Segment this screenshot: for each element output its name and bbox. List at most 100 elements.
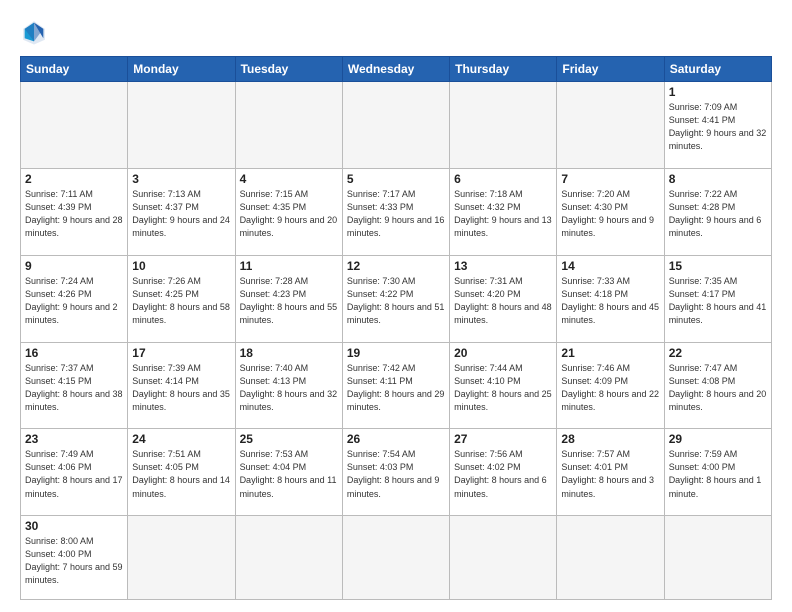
calendar-cell [128,516,235,600]
calendar-cell: 23 Sunrise: 7:49 AM Sunset: 4:06 PM Dayli… [21,429,128,516]
calendar-cell [557,516,664,600]
day-number: 20 [454,346,552,360]
calendar-header-tuesday: Tuesday [235,57,342,82]
day-info: Sunrise: 7:33 AM Sunset: 4:18 PM Dayligh… [561,276,659,325]
day-number: 10 [132,259,230,273]
calendar-week-row: 23 Sunrise: 7:49 AM Sunset: 4:06 PM Dayli… [21,429,772,516]
day-number: 1 [669,85,767,99]
calendar-week-row: 1 Sunrise: 7:09 AM Sunset: 4:41 PM Daylig… [21,82,772,169]
day-info: Sunrise: 7:15 AM Sunset: 4:35 PM Dayligh… [240,189,338,238]
day-number: 27 [454,432,552,446]
calendar-header-row: SundayMondayTuesdayWednesdayThursdayFrid… [21,57,772,82]
logo [20,18,52,46]
day-number: 22 [669,346,767,360]
day-info: Sunrise: 7:17 AM Sunset: 4:33 PM Dayligh… [347,189,445,238]
calendar-cell [342,516,449,600]
calendar-cell [128,82,235,169]
calendar-cell: 8 Sunrise: 7:22 AM Sunset: 4:28 PM Daylig… [664,168,771,255]
calendar-header-thursday: Thursday [450,57,557,82]
calendar-header-sunday: Sunday [21,57,128,82]
calendar-cell [664,516,771,600]
calendar-cell: 13Sunrise: 7:31 AM Sunset: 4:20 PM Dayli… [450,255,557,342]
day-info: Sunrise: 7:54 AM Sunset: 4:03 PM Dayligh… [347,449,440,498]
day-info: Sunrise: 7:59 AM Sunset: 4:00 PM Dayligh… [669,449,762,498]
calendar-week-row: 9 Sunrise: 7:24 AM Sunset: 4:26 PM Daylig… [21,255,772,342]
calendar-week-row: 30 Sunrise: 8:00 AM Sunset: 4:00 PM Dayli… [21,516,772,600]
calendar-cell: 24 Sunrise: 7:51 AM Sunset: 4:05 PM Dayli… [128,429,235,516]
calendar-cell: 7Sunrise: 7:20 AM Sunset: 4:30 PM Daylig… [557,168,664,255]
day-number: 15 [669,259,767,273]
calendar-cell [450,516,557,600]
day-number: 12 [347,259,445,273]
day-number: 13 [454,259,552,273]
day-info: Sunrise: 8:00 AM Sunset: 4:00 PM Dayligh… [25,536,123,585]
calendar-cell: 18 Sunrise: 7:40 AM Sunset: 4:13 PM Dayli… [235,342,342,429]
page: SundayMondayTuesdayWednesdayThursdayFrid… [0,0,792,612]
day-number: 2 [25,172,123,186]
calendar-cell: 2Sunrise: 7:11 AM Sunset: 4:39 PM Daylig… [21,168,128,255]
calendar-cell: 11 Sunrise: 7:28 AM Sunset: 4:23 PM Dayli… [235,255,342,342]
day-number: 28 [561,432,659,446]
day-number: 21 [561,346,659,360]
day-number: 18 [240,346,338,360]
day-info: Sunrise: 7:24 AM Sunset: 4:26 PM Dayligh… [25,276,118,325]
day-info: Sunrise: 7:49 AM Sunset: 4:06 PM Dayligh… [25,449,123,498]
calendar-cell [342,82,449,169]
calendar-cell: 25Sunrise: 7:53 AM Sunset: 4:04 PM Dayli… [235,429,342,516]
day-number: 19 [347,346,445,360]
calendar-header-wednesday: Wednesday [342,57,449,82]
day-number: 3 [132,172,230,186]
calendar-cell: 9 Sunrise: 7:24 AM Sunset: 4:26 PM Daylig… [21,255,128,342]
calendar-cell: 6Sunrise: 7:18 AM Sunset: 4:32 PM Daylig… [450,168,557,255]
calendar-cell: 26 Sunrise: 7:54 AM Sunset: 4:03 PM Dayli… [342,429,449,516]
day-number: 26 [347,432,445,446]
day-info: Sunrise: 7:40 AM Sunset: 4:13 PM Dayligh… [240,363,338,412]
calendar-cell: 29 Sunrise: 7:59 AM Sunset: 4:00 PM Dayli… [664,429,771,516]
calendar-cell: 16Sunrise: 7:37 AM Sunset: 4:15 PM Dayli… [21,342,128,429]
calendar-week-row: 2Sunrise: 7:11 AM Sunset: 4:39 PM Daylig… [21,168,772,255]
day-info: Sunrise: 7:53 AM Sunset: 4:04 PM Dayligh… [240,449,337,498]
calendar-cell [235,516,342,600]
day-number: 9 [25,259,123,273]
calendar-cell: 22Sunrise: 7:47 AM Sunset: 4:08 PM Dayli… [664,342,771,429]
day-number: 7 [561,172,659,186]
day-number: 8 [669,172,767,186]
day-number: 24 [132,432,230,446]
calendar-cell: 30 Sunrise: 8:00 AM Sunset: 4:00 PM Dayli… [21,516,128,600]
day-info: Sunrise: 7:56 AM Sunset: 4:02 PM Dayligh… [454,449,547,498]
calendar-cell: 19Sunrise: 7:42 AM Sunset: 4:11 PM Dayli… [342,342,449,429]
calendar-cell [235,82,342,169]
calendar-table: SundayMondayTuesdayWednesdayThursdayFrid… [20,56,772,600]
day-info: Sunrise: 7:39 AM Sunset: 4:14 PM Dayligh… [132,363,230,412]
calendar-cell [21,82,128,169]
day-info: Sunrise: 7:57 AM Sunset: 4:01 PM Dayligh… [561,449,654,498]
calendar-header-friday: Friday [557,57,664,82]
day-info: Sunrise: 7:46 AM Sunset: 4:09 PM Dayligh… [561,363,659,412]
day-info: Sunrise: 7:22 AM Sunset: 4:28 PM Dayligh… [669,189,762,238]
calendar-cell: 15 Sunrise: 7:35 AM Sunset: 4:17 PM Dayli… [664,255,771,342]
day-number: 11 [240,259,338,273]
day-info: Sunrise: 7:26 AM Sunset: 4:25 PM Dayligh… [132,276,230,325]
day-number: 23 [25,432,123,446]
day-number: 4 [240,172,338,186]
day-number: 17 [132,346,230,360]
calendar-cell: 4 Sunrise: 7:15 AM Sunset: 4:35 PM Daylig… [235,168,342,255]
calendar-cell: 10 Sunrise: 7:26 AM Sunset: 4:25 PM Dayli… [128,255,235,342]
calendar-cell: 17 Sunrise: 7:39 AM Sunset: 4:14 PM Dayli… [128,342,235,429]
day-info: Sunrise: 7:51 AM Sunset: 4:05 PM Dayligh… [132,449,230,498]
calendar-cell: 20 Sunrise: 7:44 AM Sunset: 4:10 PM Dayli… [450,342,557,429]
day-number: 6 [454,172,552,186]
calendar-week-row: 16Sunrise: 7:37 AM Sunset: 4:15 PM Dayli… [21,342,772,429]
day-info: Sunrise: 7:13 AM Sunset: 4:37 PM Dayligh… [132,189,230,238]
day-number: 14 [561,259,659,273]
logo-icon [20,18,48,46]
header [20,18,772,46]
day-info: Sunrise: 7:35 AM Sunset: 4:17 PM Dayligh… [669,276,767,325]
calendar-cell: 12Sunrise: 7:30 AM Sunset: 4:22 PM Dayli… [342,255,449,342]
day-info: Sunrise: 7:09 AM Sunset: 4:41 PM Dayligh… [669,102,767,151]
day-info: Sunrise: 7:44 AM Sunset: 4:10 PM Dayligh… [454,363,552,412]
day-info: Sunrise: 7:28 AM Sunset: 4:23 PM Dayligh… [240,276,338,325]
calendar-cell: 1 Sunrise: 7:09 AM Sunset: 4:41 PM Daylig… [664,82,771,169]
day-number: 29 [669,432,767,446]
day-number: 30 [25,519,123,533]
